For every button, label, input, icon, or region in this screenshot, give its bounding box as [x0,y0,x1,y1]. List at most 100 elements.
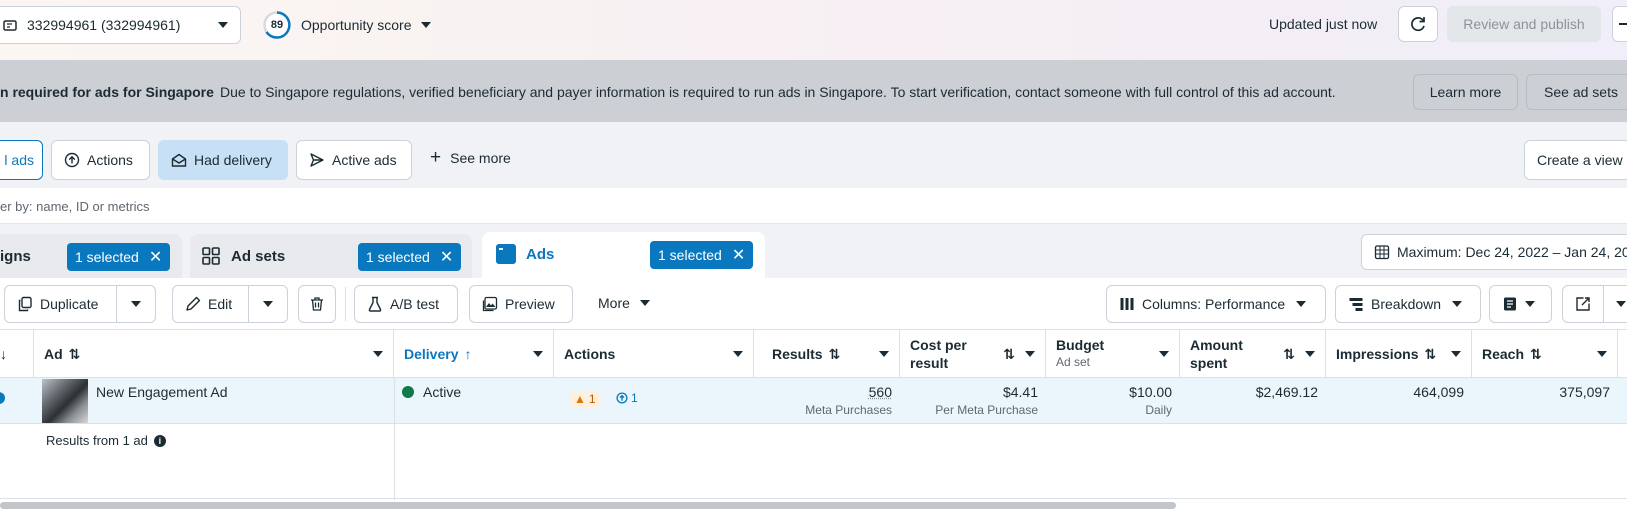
close-icon[interactable]: ✕ [149,247,162,267]
close-icon[interactable]: ✕ [440,247,453,267]
duplicate-icon [18,296,32,312]
edit-button[interactable]: Edit [172,285,249,323]
header-amount-spent[interactable]: Amount spent ⇅ [1180,330,1326,378]
filter-active-ads-label: Active ads [332,152,397,168]
results-value[interactable]: 560 [754,384,892,400]
filter-had-delivery-label: Had delivery [194,152,272,168]
ad-name[interactable]: New Engagement Ad [96,384,228,400]
header-impressions[interactable]: Impressions ⇅ [1326,330,1472,378]
chevron-down-icon [1451,351,1461,357]
budget-sub: Daily [1145,403,1172,417]
filter-actions[interactable]: Actions [51,140,150,180]
arrow-up-circle-icon [616,392,628,404]
score-ring-icon: 89 [262,10,292,40]
horizontal-scrollbar[interactable] [0,502,1176,509]
ab-test-button[interactable]: A/B test [354,285,458,323]
delivery-status: Active [423,384,462,400]
plus-icon: + [430,147,442,168]
see-ad-sets-button[interactable]: See ad sets [1526,74,1627,110]
tab-campaigns-label: igns [0,248,31,265]
tab-ads[interactable]: Ads 1 selected ✕ [482,232,765,280]
chevron-down-icon [1616,301,1626,307]
header-ad[interactable]: Ad ⇅ [34,330,394,378]
info-icon[interactable]: i [153,434,166,447]
header-actions[interactable]: Actions [554,330,754,378]
tab-ads-label: Ads [526,246,555,263]
external-link-icon [1576,297,1590,311]
see-more-button[interactable]: + See more [430,147,511,168]
chevron-down-icon [639,300,650,306]
reports-button[interactable] [1489,285,1552,323]
more-options-button[interactable] [1612,6,1627,42]
col-divider [394,378,395,500]
date-range-picker[interactable]: Maximum: Dec 24, 2022 – Jan 24, 20 [1361,234,1627,270]
header-reach[interactable]: Reach ⇅ [1472,330,1618,378]
results-summary: Results from 1 ad i [46,433,166,448]
envelope-open-icon [171,153,187,167]
warning-count: 1 [588,392,596,406]
actions-count-badge[interactable]: 1 [616,391,638,405]
header-delivery[interactable]: Delivery ↑ [394,330,554,378]
search-bar[interactable]: er by: name, ID or metrics [0,188,1627,224]
chevron-down-icon [1159,351,1169,357]
filter-all-ads[interactable]: l ads [0,140,43,180]
flask-icon [368,296,382,312]
chevron-down-icon [733,351,743,357]
toolbar-divider [345,287,346,321]
adsets-selected-badge[interactable]: 1 selected ✕ [358,243,462,271]
campaigns-selected-badge[interactable]: 1 selected ✕ [67,243,171,271]
warning-badge[interactable]: ▲ 1 [569,391,601,407]
header-results[interactable]: Results ⇅ [754,330,900,378]
tab-campaigns[interactable]: igns 1 selected ✕ [0,234,182,278]
chevron-down-icon [1597,351,1607,357]
breakdown-button[interactable]: Breakdown [1335,285,1481,323]
budget-value: $10.00 [1129,384,1172,400]
filter-active-ads[interactable]: Active ads [296,140,412,180]
columns-label: Columns: Performance [1142,296,1286,312]
chevron-down-icon [420,22,431,28]
more-button[interactable]: More [598,295,650,311]
sort-icon: ⇅ [1003,345,1015,362]
edit-dropdown[interactable] [248,285,288,323]
filter-actions-label: Actions [87,152,133,168]
header-budget[interactable]: Budget Ad set [1046,330,1180,378]
review-publish-button[interactable]: Review and publish [1447,6,1601,42]
banner-text: Due to Singapore regulations, verified b… [220,84,1336,100]
tab-adsets[interactable]: Ad sets 1 selected ✕ [190,234,472,278]
duplicate-dropdown[interactable] [116,285,156,323]
delete-button[interactable] [298,285,336,323]
chevron-down-icon [1452,301,1463,307]
create-view-button[interactable]: Create a view [1524,140,1627,180]
chevron-down-icon [1296,301,1307,307]
calendar-icon [1374,245,1390,260]
learn-more-button[interactable]: Learn more [1413,74,1518,110]
results-cell: 560 Meta Purchases [754,384,892,417]
results-sub: Meta Purchases [805,403,892,417]
header-ad-label: Ad [44,346,63,362]
opportunity-score[interactable]: 89 Opportunity score [262,10,431,40]
close-icon[interactable]: ✕ [732,245,745,265]
duplicate-button[interactable]: Duplicate [4,285,117,323]
image-preview-icon [482,296,498,312]
preview-button[interactable]: Preview [469,285,573,323]
export-dropdown[interactable] [1603,285,1627,323]
header-cost-per-result[interactable]: Cost per result ⇅ [900,330,1046,378]
updated-status: Updated just now [1269,16,1378,32]
ads-selected-badge[interactable]: 1 selected ✕ [650,241,754,269]
search-input-placeholder: er by: name, ID or metrics [0,199,150,214]
filter-had-delivery[interactable]: Had delivery [158,140,288,180]
header-spent-label: Amount spent [1190,337,1243,371]
sort-icon: ⇅ [1283,345,1295,362]
columns-button[interactable]: Columns: Performance [1106,285,1326,323]
ad-window-icon [496,244,516,264]
sort-icon: ⇅ [828,345,841,362]
top-header [0,0,1627,60]
refresh-button[interactable] [1398,6,1438,42]
header-select[interactable]: ↓ [0,330,34,378]
breakdown-label: Breakdown [1371,296,1442,312]
chevron-down-icon [879,351,889,357]
chevron-down-icon [373,351,383,357]
account-selector[interactable]: 332994961 (332994961) [0,6,241,44]
sort-icon: ↓ [0,346,7,362]
export-button[interactable] [1562,285,1604,323]
